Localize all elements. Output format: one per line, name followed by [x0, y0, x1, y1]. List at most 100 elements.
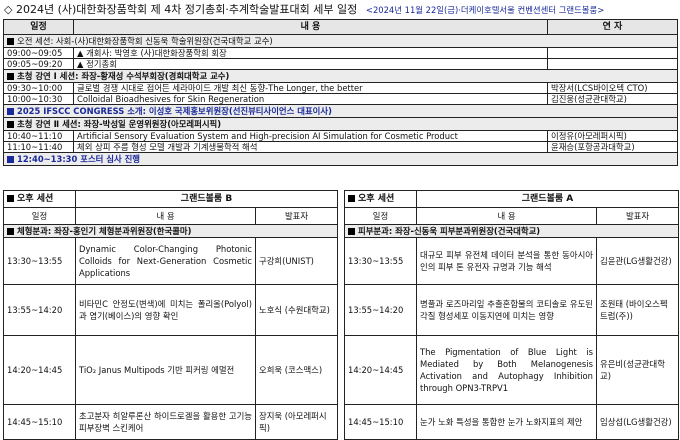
talk-time: 14:20~14:45 [344, 335, 417, 405]
talk-title: 대규모 피부 유전체 데이터 분석을 통한 동아시아인의 피부 톤 유전자 규명… [416, 237, 597, 285]
talk-speaker: 유은비(성균관대학교) [596, 335, 679, 405]
schedule-row: 10:00~10:30 Colloidal Bioadhesives for Sk… [3, 93, 678, 105]
square-bullet-icon [7, 195, 14, 202]
square-bullet-icon [7, 156, 14, 163]
talk-speaker: 노호식 (수원대학교) [255, 284, 338, 336]
session-a-room: 그랜드볼룸 A [416, 190, 679, 208]
talk-time: 13:55~14:20 [344, 284, 417, 336]
talk-time: 13:30~13:55 [3, 237, 76, 285]
session-a-col-headers: 일정 내 용 발표자 [344, 207, 679, 225]
session-b-col-time: 일정 [3, 207, 76, 225]
talk-row: 14:45~15:10 눈가 노화 특성을 통합한 눈가 노화지표의 제안 임상섭(… [344, 404, 679, 440]
talk-row: 13:55~14:20 비타민C 안정도(변색)에 미치는 폴리올(Polyol)… [3, 284, 338, 336]
square-bullet-icon [7, 38, 14, 45]
section-row: 오전 세션: 사회-(사)대한화장품학회 신동욱 학술위원장(건국대학교 교수) [3, 34, 678, 48]
session-b-rows: 13:30~13:55 Dynamic Color-Changing Photon… [3, 237, 338, 440]
talk-title: The Pigmentation of Blue Light is Mediat… [416, 335, 597, 405]
schedule-page: ◇ 2024년 (사)대한화장품학회 제 4차 정기총회·추계학술발표대회 세부… [0, 0, 680, 440]
session-a-col-speaker: 발표자 [596, 207, 679, 225]
schedule-row: 10:40~11:10 Artificial Sensory Evaluation… [3, 130, 678, 142]
section-text: 2025 IFSCC CONGRESS 소개: 이성호 국제홍보위원장(선진뷰티… [17, 106, 332, 116]
session-a-label: 오후 세션 [344, 190, 417, 208]
row-time: 11:10~11:40 [3, 141, 74, 153]
talk-row: 13:30~13:55 대규모 피부 유전체 데이터 분석을 통한 동아시아인의 … [344, 237, 679, 285]
square-bullet-icon [7, 108, 14, 115]
talk-time: 14:45~15:10 [3, 404, 76, 440]
section-text: 오전 세션: 사회-(사)대한화장품학회 신동욱 학술위원장(건국대학교 교수) [17, 36, 273, 46]
talk-time: 13:55~14:20 [3, 284, 76, 336]
schedule-row: 09:05~09:20 ▲ 정기총회 [3, 58, 678, 70]
row-content: 체외 상피 주름 형성 모델 개발과 기계생물학적 해석 [73, 141, 548, 153]
morning-schedule-body: 오전 세션: 사회-(사)대한화장품학회 신동욱 학술위원장(건국대학교 교수)… [3, 34, 678, 166]
section-row: 초청 강연 Ⅱ 세션: 좌장-박성일 운영위원장(아모레퍼시픽) [3, 117, 678, 131]
schedule-row: 09:30~10:00 글로벌 경쟁 시대로 접어든 세라마이드 개발 최신 동향… [3, 82, 678, 94]
row-content: ▲ 정기총회 [73, 58, 548, 70]
talk-title: 눈가 노화 특성을 통합한 눈가 노화지표의 제안 [416, 404, 597, 440]
header-speaker: 연 자 [547, 19, 678, 35]
session-b-col-headers: 일정 내 용 발표자 [3, 207, 338, 225]
header-time: 일정 [3, 19, 74, 35]
talk-title: 비타민C 안정도(변색)에 미치는 폴리올(Polyol)과 염기(베이스)의 … [75, 284, 256, 336]
talk-title: TiO₂ Janus Multipods 기반 피커링 에멀전 [75, 335, 256, 405]
talk-title: 병풀과 로즈마리잎 추출혼합물의 코티솔로 유도된 각질 형성세포 이동지연에 … [416, 284, 597, 336]
square-bullet-icon [7, 73, 14, 80]
session-a-rows: 13:30~13:55 대규모 피부 유전체 데이터 분석을 통한 동아시아인의 … [344, 237, 679, 440]
section-text: 초청 강연 Ⅰ 세션: 좌장-황재성 수석부회장(경희대학교 교수) [17, 71, 230, 81]
talk-row: 14:45~15:10 초고분자 히알루론산 하이드로겔을 활용한 고기능 피부장… [3, 404, 338, 440]
session-b-label: 오후 세션 [3, 190, 76, 208]
row-content: ▲ 개회사: 박영호 (사)대한화장품학회 회장 [73, 47, 548, 59]
row-speaker [547, 47, 678, 59]
row-time: 10:00~10:30 [3, 93, 74, 105]
row-time: 09:30~10:00 [3, 82, 74, 94]
session-a-col-content: 내 용 [416, 207, 597, 225]
row-time: 09:05~09:20 [3, 58, 74, 70]
talk-row: 14:20~14:45 The Pigmentation of Blue Ligh… [344, 335, 679, 405]
square-bullet-icon [348, 228, 355, 235]
section-text: 12:40~13:30 포스터 심사 진행 [17, 154, 141, 164]
header-content: 내 용 [73, 19, 548, 35]
row-speaker: 김진웅(성균관대학교) [547, 93, 678, 105]
square-bullet-icon [348, 195, 355, 202]
talk-speaker: 김윤관(LG생활건강) [596, 237, 679, 285]
table-header: 일정 내 용 연 자 [3, 19, 678, 35]
session-b-header: 오후 세션 그랜드볼룸 B [3, 190, 338, 208]
row-time: 09:00~09:05 [3, 47, 74, 59]
session-b-table: 오후 세션 그랜드볼룸 B 일정 내 용 발표자 체형분과: 좌장-홍인기 체형… [3, 190, 338, 440]
row-content: Colloidal Bioadhesives for Skin Regenera… [73, 93, 548, 105]
row-speaker: 윤재승(포항공과대학교) [547, 141, 678, 153]
schedule-row: 09:00~09:05 ▲ 개회사: 박영호 (사)대한화장품학회 회장 [3, 47, 678, 59]
row-speaker [547, 58, 678, 70]
session-a-col-time: 일정 [344, 207, 417, 225]
page-title: ◇ 2024년 (사)대한화장품학회 제 4차 정기총회·추계학술발표대회 세부… [4, 1, 676, 16]
announcement-row: 12:40~13:30 포스터 심사 진행 [3, 152, 678, 166]
talk-speaker: 구강희(UNIST) [255, 237, 338, 285]
section-row: 초청 강연 Ⅰ 세션: 좌장-황재성 수석부회장(경희대학교 교수) [3, 69, 678, 83]
row-speaker: 이정유(아모레퍼시픽) [547, 130, 678, 142]
talk-speaker: 오희욱 (코스맥스) [255, 335, 338, 405]
row-speaker: 박장서(LCS바이오텍 CTO) [547, 82, 678, 94]
row-content: Artificial Sensory Evaluation System and… [73, 130, 548, 142]
section-text: 초청 강연 Ⅱ 세션: 좌장-박성일 운영위원장(아모레퍼시픽) [17, 119, 222, 129]
row-time: 10:40~11:10 [3, 130, 74, 142]
session-b-section: 체형분과: 좌장-홍인기 체형분과위원장(한국콜마) [3, 224, 338, 238]
talk-title: 초고분자 히알루론산 하이드로겔을 활용한 고기능 피부장벽 스킨케어 [75, 404, 256, 440]
talk-row: 13:55~14:20 병풀과 로즈마리잎 추출혼합물의 코티솔로 유도된 각질 … [344, 284, 679, 336]
announcement-row: 2025 IFSCC CONGRESS 소개: 이성호 국제홍보위원장(선진뷰티… [3, 104, 678, 118]
schedule-row: 11:10~11:40 체외 상피 주름 형성 모델 개발과 기계생물학적 해석 윤… [3, 141, 678, 153]
session-b-room: 그랜드볼룸 B [75, 190, 338, 208]
talk-time: 14:45~15:10 [344, 404, 417, 440]
row-content: 글로벌 경쟁 시대로 접어든 세라마이드 개발 최신 동향-The Longer… [73, 82, 548, 94]
talk-row: 13:30~13:55 Dynamic Color-Changing Photon… [3, 237, 338, 285]
title-main: ◇ 2024년 (사)대한화장품학회 제 4차 정기총회·추계학술발표대회 세부… [4, 3, 358, 16]
square-bullet-icon [7, 228, 14, 235]
title-sub: <2024년 11월 22일(금)·더케이호텔서울 컨벤션센터 그랜드볼룸> [365, 5, 605, 15]
talk-speaker: 조원태 (바이오스펙트럼(주)) [596, 284, 679, 336]
talk-row: 14:20~14:45 TiO₂ Janus Multipods 기반 피커링 에… [3, 335, 338, 405]
talk-time: 13:30~13:55 [344, 237, 417, 285]
talk-title: Dynamic Color-Changing Photonic Colloids… [75, 237, 256, 285]
morning-schedule-table: 일정 내 용 연 자 오전 세션: 사회-(사)대한화장품학회 신동욱 학술위원… [3, 19, 678, 166]
session-b-col-content: 내 용 [75, 207, 256, 225]
session-b-col-speaker: 발표자 [255, 207, 338, 225]
session-a-table: 오후 세션 그랜드볼룸 A 일정 내 용 발표자 피부분과: 좌장-신동욱 피부… [344, 190, 679, 440]
session-a-header: 오후 세션 그랜드볼룸 A [344, 190, 679, 208]
